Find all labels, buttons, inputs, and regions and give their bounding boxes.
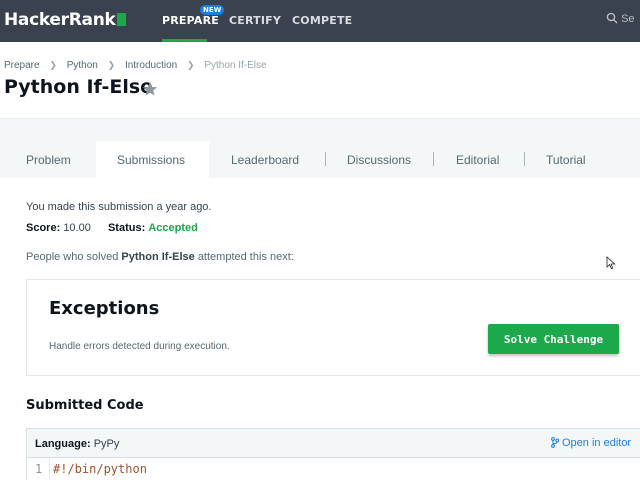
new-badge: NEW <box>200 5 225 15</box>
tab-divider <box>325 152 326 166</box>
challenge-tabs: Problem Submissions Leaderboard Discussi… <box>0 118 640 179</box>
solve-challenge-button[interactable]: Solve Challenge <box>488 324 619 354</box>
logo-mark-icon <box>116 13 126 26</box>
breadcrumb: Prepare ❯ Python ❯ Introduction ❯ Python… <box>4 60 267 71</box>
language-label: Language: <box>35 438 91 450</box>
code-line[interactable]: #!/bin/python <box>53 462 147 476</box>
hackerrank-logo[interactable]: HackerRank <box>4 10 126 30</box>
next-challenge-name: Python If-Else <box>121 251 195 263</box>
tab-tutorial[interactable]: Tutorial <box>546 153 586 167</box>
nav-compete[interactable]: COMPETE <box>292 14 352 27</box>
language-value: PyPy <box>93 438 120 450</box>
submission-note: You made this submission a year ago. <box>26 201 212 213</box>
next-suffix: attempted this next: <box>197 251 294 263</box>
next-challenge-intro: People who solved Python If-Else attempt… <box>26 251 294 263</box>
score-label: Score: <box>26 222 61 234</box>
score-status-row: Score: 10.00 Status: Accepted <box>26 222 198 234</box>
chevron-right-icon: ❯ <box>107 60 116 70</box>
search-icon <box>606 12 618 24</box>
open-in-editor-label: Open in editor <box>562 437 632 449</box>
score-value: 10.00 <box>63 222 91 234</box>
line-number: 1 <box>35 462 43 476</box>
nav-active-underline <box>162 39 207 42</box>
tab-submissions[interactable]: Submissions <box>117 153 185 167</box>
next-prefix: People who solved <box>26 251 119 263</box>
nav-prepare[interactable]: PREPARE <box>162 14 219 27</box>
language-row: Language: PyPy <box>35 438 119 450</box>
code-header: Language: PyPy Open in editor <box>27 429 640 458</box>
code-viewer: Language: PyPy Open in editor 1 #!/bin/p… <box>26 428 640 480</box>
star-icon[interactable] <box>142 81 158 97</box>
top-navbar: HackerRank PREPARE NEW CERTIFY COMPETE S… <box>0 0 640 42</box>
page-title: Python If-Else <box>4 76 154 98</box>
card-description: Handle errors detected during execution. <box>49 341 230 352</box>
code-gutter <box>49 458 50 480</box>
branch-icon <box>551 437 560 448</box>
tab-editorial[interactable]: Editorial <box>456 153 499 167</box>
tab-problem[interactable]: Problem <box>26 153 71 167</box>
suggested-challenge-card: Exceptions Handle errors detected during… <box>26 279 640 376</box>
breadcrumb-introduction[interactable]: Introduction <box>125 60 177 71</box>
tab-leaderboard[interactable]: Leaderboard <box>231 153 299 167</box>
tab-divider <box>433 152 434 166</box>
chevron-right-icon: ❯ <box>49 60 57 70</box>
breadcrumb-prepare[interactable]: Prepare <box>4 60 40 71</box>
nav-certify[interactable]: CERTIFY <box>229 14 281 27</box>
tab-discussions[interactable]: Discussions <box>347 153 411 167</box>
search-box[interactable]: Se <box>606 12 640 28</box>
status-label: Status: <box>107 222 146 234</box>
breadcrumb-current: Python If-Else <box>204 60 267 71</box>
tab-divider <box>524 152 525 166</box>
card-title[interactable]: Exceptions <box>49 298 159 319</box>
breadcrumb-python[interactable]: Python <box>67 60 98 71</box>
mouse-cursor-icon <box>606 256 616 270</box>
search-label: Se <box>621 13 635 25</box>
chevron-right-icon: ❯ <box>186 60 195 70</box>
open-in-editor-link[interactable]: Open in editor <box>551 437 631 449</box>
status-value: Accepted <box>148 222 198 234</box>
logo-text: HackerRank <box>4 10 116 30</box>
submitted-code-title: Submitted Code <box>26 398 144 413</box>
